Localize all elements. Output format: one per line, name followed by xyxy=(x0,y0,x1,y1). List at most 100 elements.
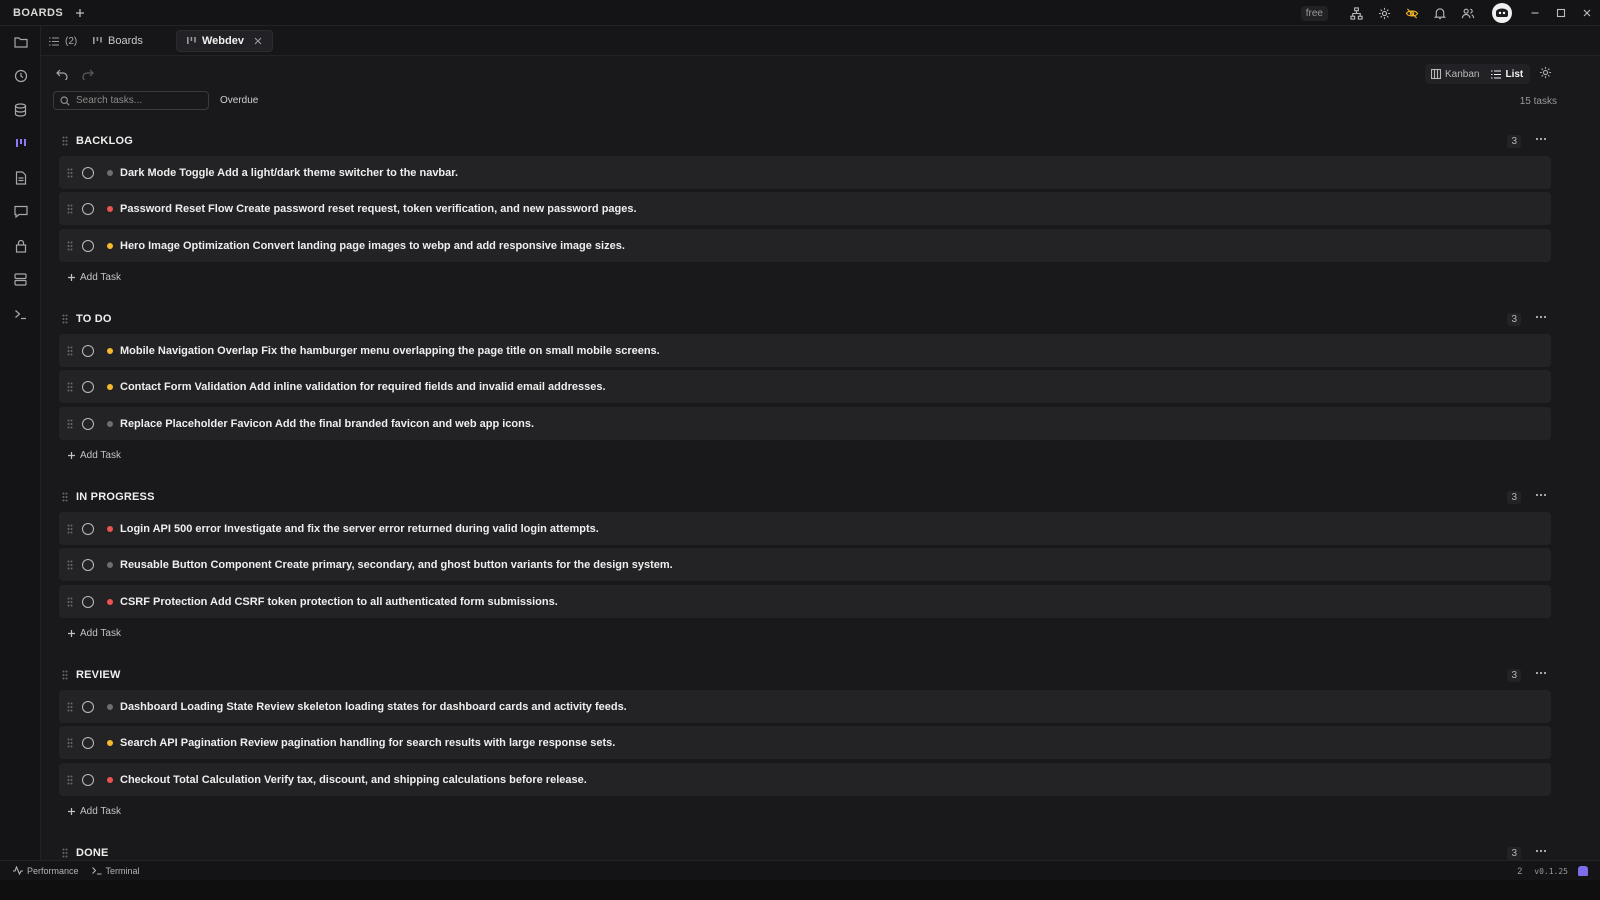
minimize-button[interactable] xyxy=(1522,0,1548,26)
task-row[interactable]: Login API 500 error Investigate and fix … xyxy=(59,512,1551,545)
drag-handle-icon[interactable] xyxy=(64,738,76,748)
boards-kanban-icon[interactable] xyxy=(10,133,31,154)
bell-icon[interactable] xyxy=(1426,0,1454,26)
performance-button[interactable]: Performance xyxy=(13,866,79,876)
drag-handle-icon[interactable] xyxy=(64,597,76,607)
server-icon[interactable] xyxy=(10,269,31,290)
undo-icon xyxy=(56,69,68,80)
more-options-icon[interactable] xyxy=(1535,489,1547,501)
task-checkbox[interactable] xyxy=(82,380,94,393)
task-checkbox[interactable] xyxy=(82,166,94,179)
kanban-view-button[interactable]: Kanban xyxy=(1425,65,1485,83)
add-task-button[interactable]: Add Task xyxy=(67,272,121,283)
database-icon[interactable] xyxy=(10,99,31,120)
search-box[interactable] xyxy=(53,91,209,110)
drag-handle-icon[interactable] xyxy=(59,492,71,502)
user-avatar[interactable] xyxy=(1492,3,1512,23)
task-row[interactable]: Contact Form Validation Add inline valid… xyxy=(59,370,1551,403)
overdue-filter[interactable]: Overdue xyxy=(220,95,258,106)
close-window-button[interactable] xyxy=(1574,0,1600,26)
task-row[interactable]: Search API Pagination Review pagination … xyxy=(59,726,1551,759)
task-row[interactable]: Checkout Total Calculation Verify tax, d… xyxy=(59,763,1551,796)
undo-button[interactable] xyxy=(53,65,71,83)
chat-bubble-icon[interactable] xyxy=(10,201,31,222)
more-options-icon[interactable] xyxy=(1535,133,1547,145)
drag-handle-icon[interactable] xyxy=(59,670,71,680)
task-checkbox[interactable] xyxy=(82,522,94,535)
add-task-button[interactable]: Add Task xyxy=(67,450,121,461)
performance-label: Performance xyxy=(27,865,79,876)
section-task-count: 3 xyxy=(1507,313,1521,326)
task-checkbox[interactable] xyxy=(82,417,94,430)
task-checkbox[interactable] xyxy=(82,736,94,749)
drag-handle-icon[interactable] xyxy=(59,314,71,324)
task-checkbox[interactable] xyxy=(82,558,94,571)
more-options-icon[interactable] xyxy=(1535,845,1547,857)
task-row[interactable]: Replace Placeholder Favicon Add the fina… xyxy=(59,407,1551,440)
task-row[interactable]: Hero Image Optimization Convert landing … xyxy=(59,229,1551,262)
redo-button[interactable] xyxy=(79,65,97,83)
settings-gear-icon[interactable] xyxy=(1370,0,1398,26)
section-header: REVIEW 3 xyxy=(59,665,1551,685)
drag-handle-icon[interactable] xyxy=(64,382,76,392)
drag-handle-icon[interactable] xyxy=(64,560,76,570)
task-row[interactable]: Mobile Navigation Overlap Fix the hambur… xyxy=(59,334,1551,367)
close-tab-icon[interactable] xyxy=(254,37,262,45)
task-checkbox[interactable] xyxy=(82,239,94,252)
task-checkbox[interactable] xyxy=(82,344,94,357)
task-checkbox[interactable] xyxy=(82,202,94,215)
drag-handle-icon[interactable] xyxy=(64,346,76,356)
maximize-button[interactable] xyxy=(1548,0,1574,26)
eye-off-icon[interactable] xyxy=(1398,0,1426,26)
task-checkbox[interactable] xyxy=(82,773,94,786)
task-checkbox[interactable] xyxy=(82,595,94,608)
ghost-logo-icon[interactable] xyxy=(1578,866,1588,876)
drag-handle-icon[interactable] xyxy=(64,775,76,785)
terminal-button[interactable]: Terminal xyxy=(91,866,140,876)
notification-count[interactable]: 2 xyxy=(1517,866,1522,876)
users-icon[interactable] xyxy=(1454,0,1482,26)
kanban-icon xyxy=(93,36,102,46)
add-task-button[interactable]: Add Task xyxy=(67,806,121,817)
priority-dot-icon xyxy=(107,205,113,212)
more-options-icon[interactable] xyxy=(1535,667,1547,679)
terminal-prompt-icon[interactable] xyxy=(10,303,31,324)
section-title: TO DO xyxy=(76,313,112,325)
drag-handle-icon[interactable] xyxy=(59,136,71,146)
tab-task-list[interactable]: (2) xyxy=(49,30,77,52)
history-clock-icon[interactable] xyxy=(10,65,31,86)
task-row[interactable]: Reusable Button Component Create primary… xyxy=(59,548,1551,581)
drag-handle-icon[interactable] xyxy=(64,524,76,534)
tab-boards[interactable]: Boards xyxy=(93,30,143,52)
lock-icon[interactable] xyxy=(10,235,31,256)
task-row[interactable]: Password Reset Flow Create password rese… xyxy=(59,192,1551,225)
tab-webdev[interactable]: Webdev xyxy=(176,30,273,52)
drag-handle-icon[interactable] xyxy=(64,168,76,178)
add-task-button[interactable]: Add Task xyxy=(67,628,121,639)
document-icon[interactable] xyxy=(10,167,31,188)
board-settings-icon[interactable] xyxy=(1539,66,1552,79)
list-view-button[interactable]: List xyxy=(1485,65,1529,83)
maximize-icon xyxy=(1556,8,1566,18)
app-title: BOARDS xyxy=(13,6,64,19)
task-row[interactable]: Dark Mode Toggle Add a light/dark theme … xyxy=(59,156,1551,189)
more-options-icon[interactable] xyxy=(1535,311,1547,323)
drag-handle-icon[interactable] xyxy=(64,204,76,214)
search-input[interactable] xyxy=(76,95,202,106)
task-row[interactable]: Dashboard Loading State Review skeleton … xyxy=(59,690,1551,723)
folder-icon[interactable] xyxy=(10,31,31,52)
drag-handle-icon[interactable] xyxy=(64,702,76,712)
plan-badge[interactable]: free xyxy=(1300,5,1328,21)
new-board-button[interactable] xyxy=(73,6,87,20)
task-title: Login API 500 error Investigate and fix … xyxy=(120,522,599,535)
task-row[interactable]: CSRF Protection Add CSRF token protectio… xyxy=(59,585,1551,618)
add-task-label: Add Task xyxy=(80,272,121,283)
status-bar: Performance Terminal 2 v0.1.25 xyxy=(0,860,1600,880)
drag-handle-icon[interactable] xyxy=(64,419,76,429)
drag-handle-icon[interactable] xyxy=(59,848,71,858)
kanban-view-label: Kanban xyxy=(1445,68,1480,80)
task-checkbox[interactable] xyxy=(82,700,94,713)
sitemap-icon[interactable] xyxy=(1342,0,1370,26)
task-title: Contact Form Validation Add inline valid… xyxy=(120,380,606,393)
drag-handle-icon[interactable] xyxy=(64,241,76,251)
